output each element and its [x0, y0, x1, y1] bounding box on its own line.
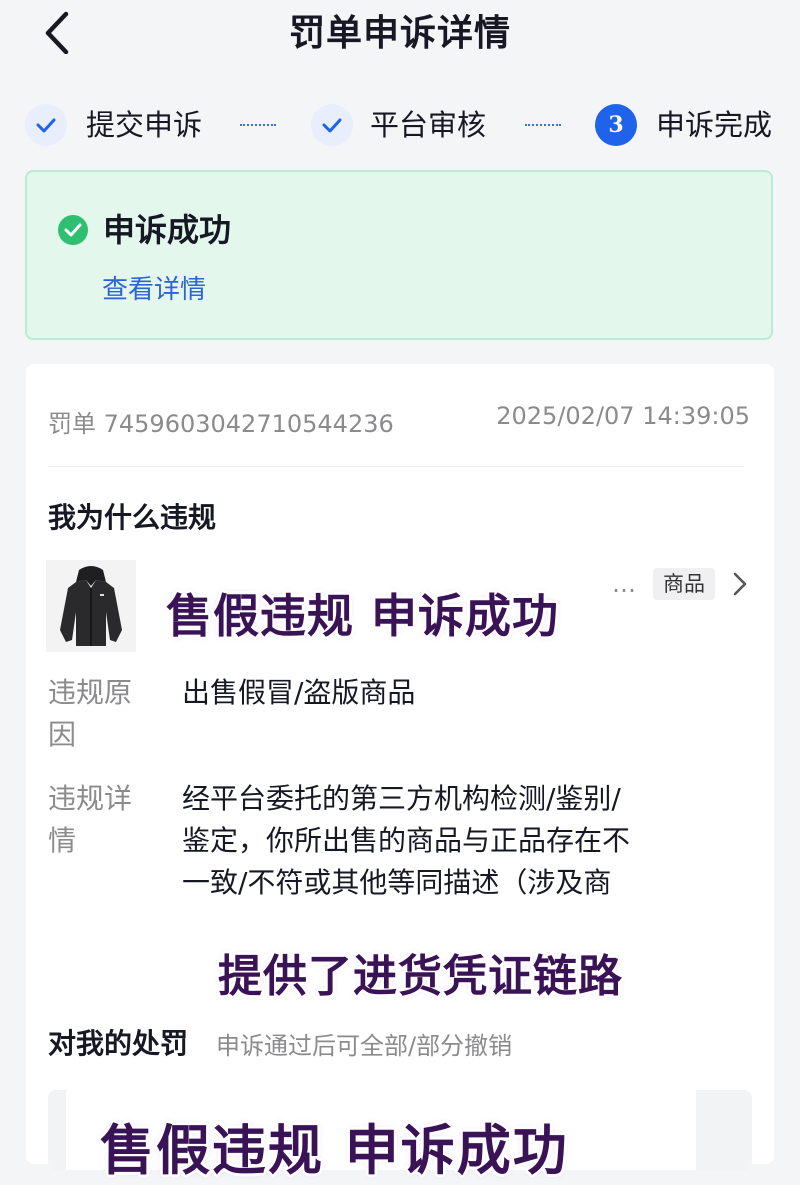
ticket-id: 罚单 745960304271054423​6 — [48, 410, 394, 438]
step-connector — [240, 124, 276, 126]
detail-label: 违规详 情 — [48, 778, 148, 862]
penalty-section-title: 对我的处罚 — [48, 1027, 189, 1060]
success-check-icon — [58, 215, 88, 245]
divider — [48, 466, 744, 467]
page-title: 罚单申诉详情 — [288, 13, 511, 54]
overlay-banner-mid: 提供了进货凭证链路 — [218, 951, 623, 1002]
step-connector — [525, 124, 561, 126]
progress-steps: 提交申诉 平台审核 3 申诉完成 — [0, 96, 800, 156]
top-bar: 罚单申诉详情 — [0, 0, 800, 74]
step-1-label: 提交申诉 — [86, 108, 203, 142]
reason-label-line: 因 — [48, 718, 77, 751]
detail-label-line: 违规详 — [48, 782, 133, 815]
step-2-check-icon — [311, 104, 353, 146]
view-details-link[interactable]: 查看详情 — [102, 272, 206, 308]
step-3-label: 申诉完成 — [656, 108, 773, 142]
appeal-result-box: 申诉成功 查看详情 — [25, 170, 773, 340]
detail-label-line: 情 — [48, 824, 77, 857]
overlay-banner-bottom: 售假违规 申诉成功 — [100, 1119, 569, 1182]
penalty-subtitle: 申诉通过后可全部/部分撤销 — [216, 1032, 513, 1060]
reason-value: 出售假冒/盗版商品 — [182, 676, 416, 709]
violation-section-title: 我为什么违规 — [48, 501, 217, 534]
ticket-datetime: 2025/02/07 14:39:05 — [496, 402, 750, 430]
ticket-card: 罚单 745960304271054423​6 2025/02/07 14:39… — [26, 364, 774, 1170]
step-1-check-icon — [25, 104, 67, 146]
jacket-image — [46, 560, 136, 652]
more-icon[interactable]: … — [612, 570, 638, 598]
detail-value: 经平台委托的第三方机构检测/鉴别/ 鉴定，你所出售的商品与正品存在不 一致/不符… — [182, 778, 682, 904]
step-3-number: 3 — [595, 104, 637, 146]
reason-label-line: 违规原 — [48, 676, 133, 709]
result-title: 申诉成功 — [103, 211, 232, 249]
reason-label: 违规原 因 — [48, 672, 148, 756]
overlay-banner-top: 售假违规 申诉成功 — [166, 589, 560, 643]
step-2-label: 平台审核 — [370, 108, 487, 142]
category-tag: 商品 — [653, 568, 715, 600]
detail-value-line: 一致/不符或其他等同描述（涉及商 — [182, 866, 612, 899]
chevron-right-icon[interactable] — [729, 570, 751, 598]
detail-value-line: 经平台委托的第三方机构检测/鉴别/ — [182, 782, 621, 815]
detail-value-line: 鉴定，你所出售的商品与正品存在不 — [182, 824, 631, 857]
product-thumbnail[interactable] — [46, 560, 136, 652]
